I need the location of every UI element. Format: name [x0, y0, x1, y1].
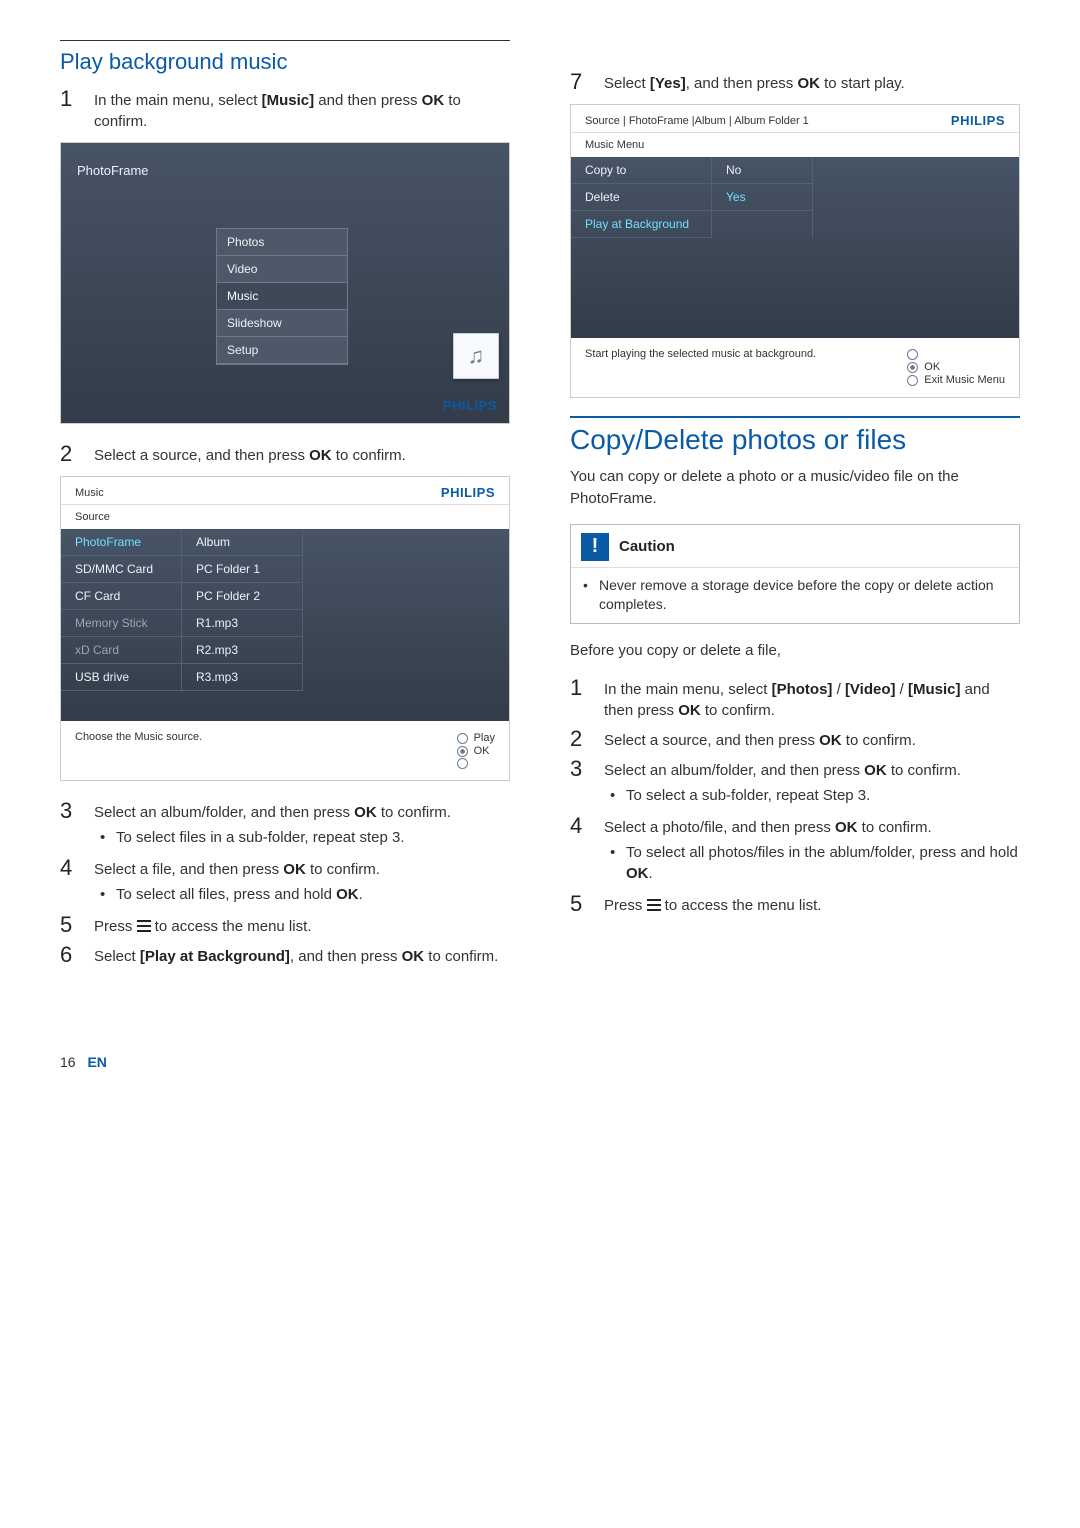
caution-box: ! Caution Never remove a storage device … — [570, 524, 1020, 625]
step-number: 1 — [570, 676, 588, 721]
step-2-text: Select a source, and then press OK to co… — [94, 442, 510, 466]
d-pad-down-icon — [457, 758, 468, 769]
step-number: 5 — [60, 913, 78, 937]
rstep-5-text: Press to access the menu list. — [604, 892, 1020, 916]
play-label: Play — [474, 732, 495, 744]
rstep-2-text: Select a source, and then press OK to co… — [604, 727, 1020, 751]
copy-delete-heading: Copy/Delete photos or files — [570, 424, 1020, 456]
source-item: CF Card — [61, 583, 181, 610]
caution-label: Caution — [619, 538, 675, 555]
source-item: Memory Stick — [61, 610, 181, 637]
screenshot-music-menu: Source | FhotoFrame |Album | Album Folde… — [570, 104, 1020, 398]
screenshot-main-menu: PhotoFrame Photos Video Music Slideshow … — [60, 142, 510, 424]
shot-subtitle: Music Menu — [571, 133, 1019, 157]
rstep-4-sub: To select all photos/files in the ablum/… — [604, 842, 1020, 884]
menu-icon — [137, 920, 151, 932]
music-note-icon: ♫ — [453, 333, 499, 379]
step-1-text: In the main menu, select [Music] and the… — [94, 87, 510, 132]
step-3-sub: To select files in a sub-folder, repeat … — [94, 827, 510, 848]
menu-icon — [647, 899, 661, 911]
screenshot-music-source: Music PHILIPS Source PhotoFrame SD/MMC C… — [60, 476, 510, 781]
file-item: R1.mp3 — [182, 610, 302, 637]
d-pad-down-icon — [907, 375, 918, 386]
menu-item-delete: Delete — [571, 184, 711, 211]
step-number: 4 — [60, 856, 78, 907]
d-pad-up-icon — [907, 349, 918, 360]
d-pad-up-icon — [457, 733, 468, 744]
step-number: 6 — [60, 943, 78, 967]
ok-label: OK — [474, 745, 490, 757]
menu-item-setup: Setup — [217, 337, 347, 364]
menu-item-copy: Copy to — [571, 157, 711, 184]
caution-text: Never remove a storage device before the… — [571, 568, 1019, 624]
hint-text: Choose the Music source. — [75, 731, 202, 743]
step-4-sub: To select all files, press and hold OK. — [94, 884, 510, 905]
rstep-3-text: Select an album/folder, and then press O… — [604, 757, 1020, 808]
option-no: No — [712, 157, 812, 184]
step-number: 2 — [60, 442, 78, 466]
step-3-text: Select an album/folder, and then press O… — [94, 799, 510, 850]
source-item: xD Card — [61, 637, 181, 664]
step-number: 4 — [570, 814, 588, 886]
page-footer: 16 EN — [60, 1054, 1020, 1070]
menu-item-play-bg: Play at Background — [571, 211, 711, 238]
page-number: 16 — [60, 1054, 76, 1070]
step-number: 2 — [570, 727, 588, 751]
exit-label: Exit Music Menu — [924, 374, 1005, 386]
shot-subtitle: Source — [61, 505, 509, 529]
rstep-3-sub: To select a sub-folder, repeat Step 3. — [604, 785, 1020, 806]
step-number: 3 — [60, 799, 78, 850]
step-4-text: Select a file, and then press OK to conf… — [94, 856, 510, 907]
step-number: 1 — [60, 87, 78, 132]
source-item: PhotoFrame — [61, 529, 181, 556]
album-item: PC Folder 2 — [182, 583, 302, 610]
before-text: Before you copy or delete a file, — [570, 640, 1020, 662]
step-number: 5 — [570, 892, 588, 916]
ok-button-icon — [457, 746, 468, 757]
file-item: R2.mp3 — [182, 637, 302, 664]
step-6-text: Select [Play at Background], and then pr… — [94, 943, 510, 967]
album-item: Album — [182, 529, 302, 556]
hint-text: Start playing the selected music at back… — [585, 348, 816, 360]
rstep-1-text: In the main menu, select [Photos] / [Vid… — [604, 676, 1020, 721]
menu-item-music: Music — [217, 283, 347, 310]
source-item: USB drive — [61, 664, 181, 691]
menu-item-photos: Photos — [217, 229, 347, 256]
ok-button-icon — [907, 362, 918, 373]
rstep-4-text: Select a photo/file, and then press OK t… — [604, 814, 1020, 886]
page-lang: EN — [87, 1054, 106, 1070]
photoframe-label: PhotoFrame — [77, 163, 149, 178]
shot-title: Music — [75, 487, 104, 499]
ok-label: OK — [924, 361, 940, 373]
breadcrumb: Source | FhotoFrame |Album | Album Folde… — [585, 115, 809, 127]
file-item: R3.mp3 — [182, 664, 302, 691]
philips-brand: PHILIPS — [441, 485, 495, 500]
intro-text: You can copy or delete a photo or a musi… — [570, 466, 1020, 510]
philips-brand: PHILIPS — [443, 398, 497, 413]
play-bg-music-heading: Play background music — [60, 49, 510, 75]
step-number: 3 — [570, 757, 588, 808]
step-number: 7 — [570, 70, 588, 94]
step-7-text: Select [Yes], and then press OK to start… — [604, 70, 1020, 94]
caution-icon: ! — [581, 533, 609, 561]
philips-brand: PHILIPS — [951, 113, 1005, 128]
album-item: PC Folder 1 — [182, 556, 302, 583]
menu-item-video: Video — [217, 256, 347, 283]
option-yes: Yes — [712, 184, 812, 211]
source-item: SD/MMC Card — [61, 556, 181, 583]
menu-item-slideshow: Slideshow — [217, 310, 347, 337]
step-5-text: Press to access the menu list. — [94, 913, 510, 937]
